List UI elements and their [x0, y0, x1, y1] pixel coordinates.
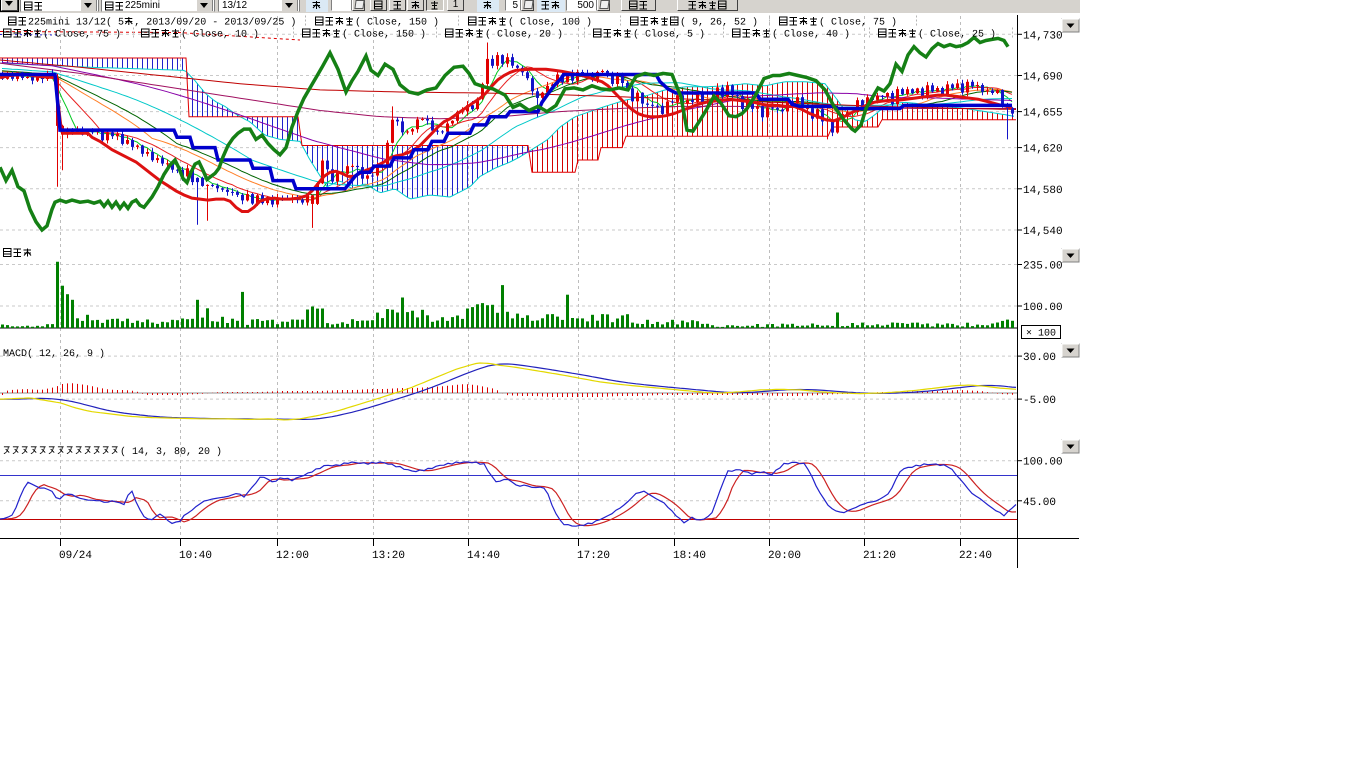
- svg-text:14,690: 14,690: [1023, 72, 1063, 84]
- svg-text:MACD( 12, 26, 9 ): MACD( 12, 26, 9 ): [3, 348, 105, 360]
- svg-text:× 100: × 100: [1026, 329, 1056, 340]
- svg-text:( Close, 75 ): ( Close, 75 ): [43, 29, 121, 41]
- svg-text:( Close, 20 ): ( Close, 20 ): [485, 29, 563, 41]
- svg-text:, 2013/09/20 - 2013/09/25 ): , 2013/09/20 - 2013/09/25 ): [134, 17, 296, 29]
- svg-text:18:40: 18:40: [673, 550, 706, 562]
- svg-text:17:20: 17:20: [577, 550, 610, 562]
- svg-text:225mini 13/12( 5: 225mini 13/12( 5: [28, 17, 124, 29]
- svg-text:( Close, 10 ): ( Close, 10 ): [181, 29, 259, 41]
- svg-text:( Close, 75 ): ( Close, 75 ): [819, 17, 897, 29]
- svg-text:09/24: 09/24: [59, 550, 92, 562]
- svg-text:100.00: 100.00: [1023, 457, 1063, 469]
- svg-text:( Close, 25 ): ( Close, 25 ): [918, 29, 996, 41]
- svg-text:14,620: 14,620: [1023, 144, 1063, 156]
- svg-text:( Close, 100 ): ( Close, 100 ): [508, 17, 592, 29]
- svg-text:14:40: 14:40: [467, 550, 500, 562]
- svg-text:( Close, 150 ): ( Close, 150 ): [355, 17, 439, 29]
- svg-text:14,655: 14,655: [1023, 108, 1063, 120]
- svg-text:-5.00: -5.00: [1023, 395, 1056, 407]
- svg-text:( Close, 150 ): ( Close, 150 ): [342, 29, 426, 41]
- svg-text:30.00: 30.00: [1023, 352, 1056, 364]
- svg-text:45.00: 45.00: [1023, 497, 1056, 509]
- svg-text:14,580: 14,580: [1023, 185, 1063, 197]
- svg-text:22:40: 22:40: [959, 550, 992, 562]
- svg-text:14,730: 14,730: [1023, 30, 1063, 42]
- svg-text:21:20: 21:20: [863, 550, 896, 562]
- svg-text:12:00: 12:00: [276, 550, 309, 562]
- svg-text:13:20: 13:20: [372, 550, 405, 562]
- svg-text:( 14, 3, 80, 20 ): ( 14, 3, 80, 20 ): [120, 446, 222, 458]
- svg-text:20:00: 20:00: [768, 550, 801, 562]
- svg-text:10:40: 10:40: [179, 550, 212, 562]
- svg-text:235.00: 235.00: [1023, 261, 1063, 273]
- svg-text:( Close, 40 ): ( Close, 40 ): [772, 29, 850, 41]
- svg-text:100.00: 100.00: [1023, 302, 1063, 314]
- svg-text:14,540: 14,540: [1023, 226, 1063, 238]
- svg-text:( Close, 5 ): ( Close, 5 ): [633, 29, 705, 41]
- svg-text:( 9, 26, 52 ): ( 9, 26, 52 ): [680, 17, 758, 29]
